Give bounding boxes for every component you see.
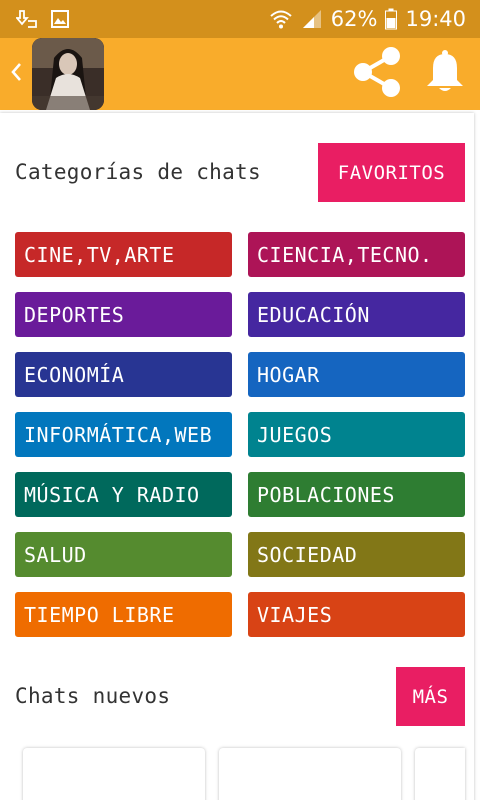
clock: 19:40: [405, 7, 466, 31]
category-button[interactable]: SALUD: [15, 532, 232, 577]
back-button[interactable]: [2, 38, 30, 110]
app-bar: [0, 38, 480, 110]
new-chat-card[interactable]: [219, 748, 401, 800]
new-chats-title: Chats nuevos: [15, 684, 171, 708]
category-button[interactable]: CIENCIA,TECNO.: [248, 232, 465, 277]
share-icon[interactable]: [352, 46, 402, 102]
chat-avatar[interactable]: [32, 38, 104, 110]
bell-icon[interactable]: [424, 50, 466, 98]
categories-grid: CINE,TV,ARTE CIENCIA,TECNO. DEPORTES EDUCAC…: [15, 232, 465, 637]
category-button[interactable]: JUEGOS: [248, 412, 465, 457]
back-icon: [9, 60, 23, 88]
battery-percent: 62%: [330, 7, 378, 31]
category-button[interactable]: CINE,TV,ARTE: [15, 232, 232, 277]
category-button[interactable]: DEPORTES: [15, 292, 232, 337]
battery-icon: [385, 8, 398, 30]
category-button[interactable]: HOGAR: [248, 352, 465, 397]
category-button[interactable]: EDUCACIÓN: [248, 292, 465, 337]
category-button[interactable]: INFORMÁTICA,WEB: [15, 412, 232, 457]
more-button[interactable]: MÁS: [396, 667, 465, 726]
new-chat-card[interactable]: [415, 748, 465, 800]
download-icon: [16, 9, 38, 29]
category-button[interactable]: VIAJES: [248, 592, 465, 637]
category-button[interactable]: ECONOMÍA: [15, 352, 232, 397]
image-icon: [50, 9, 70, 29]
new-chat-card[interactable]: [23, 748, 205, 800]
wifi-icon: [269, 8, 293, 30]
category-button[interactable]: POBLACIONES: [248, 472, 465, 517]
signal-icon: [301, 8, 323, 30]
category-button[interactable]: MÚSICA Y RADIO: [15, 472, 232, 517]
category-button[interactable]: SOCIEDAD: [248, 532, 465, 577]
category-button[interactable]: TIEMPO LIBRE: [15, 592, 232, 637]
favorites-button[interactable]: FAVORITOS: [318, 143, 465, 202]
categories-title: Categorías de chats: [15, 160, 261, 184]
status-bar: 62% 19:40: [0, 0, 480, 38]
